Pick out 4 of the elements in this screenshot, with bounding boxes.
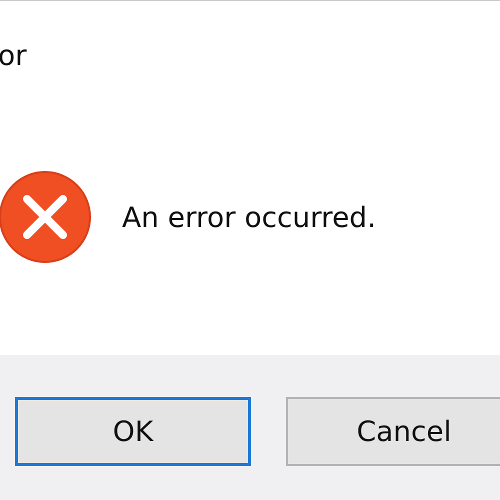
error-message: An error occurred. — [122, 200, 376, 234]
error-icon — [0, 170, 92, 264]
dialog-button[interactable]: OK — [15, 397, 251, 466]
dialog-button[interactable]: Cancel — [286, 397, 500, 466]
